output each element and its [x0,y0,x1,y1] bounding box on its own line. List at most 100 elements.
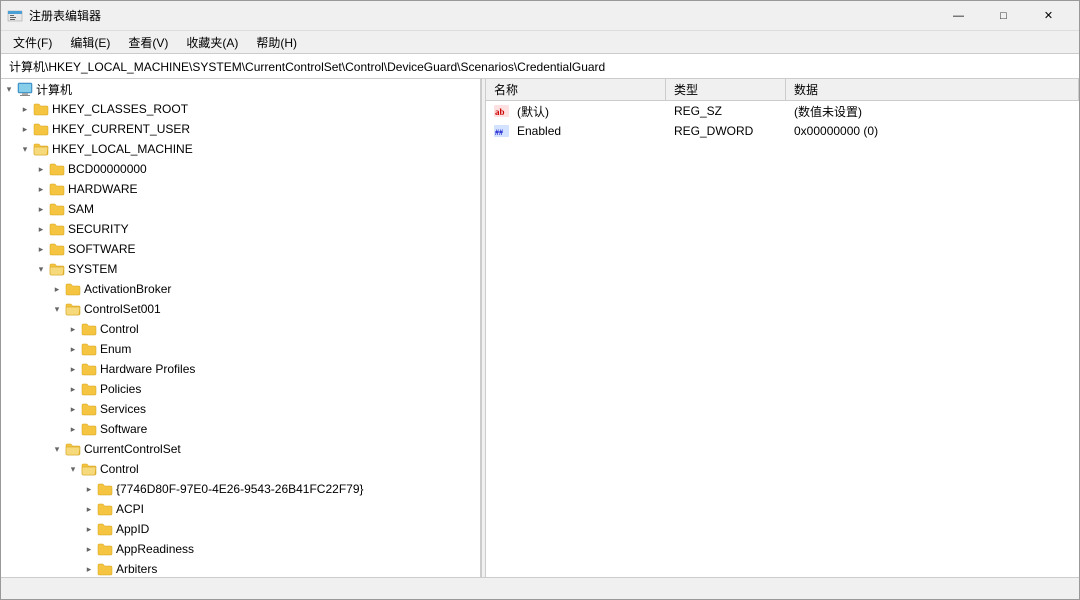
tree-node-appid[interactable]: ▸ AppID [1,519,480,539]
expander-activation_broker[interactable]: ▸ [49,281,65,297]
tree-node-bcd[interactable]: ▸ BCD00000000 [1,159,480,179]
menu-item-文件(F)[interactable]: 文件(F) [5,32,60,53]
expander-security[interactable]: ▸ [33,221,49,237]
col-header-data: 数据 [786,79,1079,100]
tree-label-local_machine: HKEY_LOCAL_MACHINE [52,142,193,156]
tree-label-software_cs001: Software [100,422,147,436]
reg-cell-type-1: REG_DWORD [666,121,786,141]
reg-row-1[interactable]: ## Enabled REG_DWORD0x00000000 (0) [486,121,1079,141]
expander-control_cs001[interactable]: ▸ [65,321,81,337]
tree-label-software: SOFTWARE [68,242,136,256]
tree-node-acpi[interactable]: ▸ ACPI [1,499,480,519]
close-button[interactable]: ✕ [1026,1,1071,31]
maximize-button[interactable]: □ [981,1,1026,31]
reg-name-text-0: (默认) [517,103,549,120]
tree-label-guid_key: {7746D80F-97E0-4E26-9543-26B41FC22F79} [116,482,364,496]
tree-node-enum_cs001[interactable]: ▸ Enum [1,339,480,359]
expander-bcd[interactable]: ▸ [33,161,49,177]
folder-icon-computer [17,81,33,97]
tree-node-controlset001[interactable]: ▾ ControlSet001 [1,299,480,319]
reg-icon-1: ## [494,123,510,139]
expander-current_control_set[interactable]: ▾ [49,441,65,457]
expander-enum_cs001[interactable]: ▸ [65,341,81,357]
expander-system[interactable]: ▾ [33,261,49,277]
reg-name-text-1: Enabled [517,124,561,138]
minimize-button[interactable]: — [936,1,981,31]
tree-label-control_cs001: Control [100,322,139,336]
expander-hardware_profiles[interactable]: ▸ [65,361,81,377]
tree-label-current_control_set: CurrentControlSet [84,442,181,456]
tree-node-activation_broker[interactable]: ▸ ActivationBroker [1,279,480,299]
col-header-name: 名称 [486,79,666,100]
reg-icon-0: ab [494,103,510,119]
tree-label-appreadiness: AppReadiness [116,542,194,556]
tree-pane[interactable]: ▾ 计算机▸ HKEY_CLASSES_ROOT▸ HKEY_CURRENT_U… [1,79,481,577]
expander-classes_root[interactable]: ▸ [17,101,33,117]
title-bar: 注册表编辑器 — □ ✕ [1,1,1079,31]
tree-node-hardware[interactable]: ▸ HARDWARE [1,179,480,199]
folder-icon-policies_cs001 [81,381,97,397]
tree-node-sam[interactable]: ▸ SAM [1,199,480,219]
folder-icon-current_control_set [65,441,81,457]
tree-node-policies_cs001[interactable]: ▸ Policies [1,379,480,399]
menu-item-帮助(H)[interactable]: 帮助(H) [248,32,305,53]
expander-sam[interactable]: ▸ [33,201,49,217]
expander-current_user[interactable]: ▸ [17,121,33,137]
expander-control_ccs[interactable]: ▾ [65,461,81,477]
tree-node-software[interactable]: ▸ SOFTWARE [1,239,480,259]
menu-item-收藏夹(A)[interactable]: 收藏夹(A) [178,32,246,53]
menu-bar: 文件(F)编辑(E)查看(V)收藏夹(A)帮助(H) [1,31,1079,53]
tree-node-guid_key[interactable]: ▸ {7746D80F-97E0-4E26-9543-26B41FC22F79} [1,479,480,499]
menu-item-编辑(E)[interactable]: 编辑(E) [62,32,118,53]
folder-icon-control_ccs [81,461,97,477]
tree-label-arbiters: Arbiters [116,562,157,576]
tree-node-arbiters[interactable]: ▸ Arbiters [1,559,480,577]
tree-node-classes_root[interactable]: ▸ HKEY_CLASSES_ROOT [1,99,480,119]
reg-cell-data-1: 0x00000000 (0) [786,121,1079,141]
folder-icon-hardware_profiles [81,361,97,377]
tree-node-software_cs001[interactable]: ▸ Software [1,419,480,439]
tree-label-computer: 计算机 [36,81,72,98]
folder-icon-appreadiness [97,541,113,557]
reg-row-0[interactable]: ab (默认)REG_SZ(数值未设置) [486,101,1079,121]
expander-software_cs001[interactable]: ▸ [65,421,81,437]
expander-arbiters[interactable]: ▸ [81,561,97,577]
svg-text:ab: ab [495,107,505,117]
folder-icon-local_machine [33,141,49,157]
expander-hardware[interactable]: ▸ [33,181,49,197]
folder-icon-activation_broker [65,281,81,297]
tree-node-appreadiness[interactable]: ▸ AppReadiness [1,539,480,559]
tree-label-sam: SAM [68,202,94,216]
menu-item-查看(V)[interactable]: 查看(V) [120,32,176,53]
folder-icon-guid_key [97,481,113,497]
address-bar: 计算机\HKEY_LOCAL_MACHINE\SYSTEM\CurrentCon… [1,53,1079,79]
tree-node-control_ccs[interactable]: ▾ Control [1,459,480,479]
tree-node-hardware_profiles[interactable]: ▸ Hardware Profiles [1,359,480,379]
tree-node-control_cs001[interactable]: ▸ Control [1,319,480,339]
expander-local_machine[interactable]: ▾ [17,141,33,157]
svg-text:##: ## [495,128,503,137]
tree-node-system[interactable]: ▾ SYSTEM [1,259,480,279]
expander-computer[interactable]: ▾ [1,81,17,97]
tree-node-security[interactable]: ▸ SECURITY [1,219,480,239]
tree-node-computer[interactable]: ▾ 计算机 [1,79,480,99]
tree-label-system: SYSTEM [68,262,117,276]
tree-node-local_machine[interactable]: ▾ HKEY_LOCAL_MACHINE [1,139,480,159]
expander-controlset001[interactable]: ▾ [49,301,65,317]
expander-policies_cs001[interactable]: ▸ [65,381,81,397]
tree-node-current_control_set[interactable]: ▾ CurrentControlSet [1,439,480,459]
expander-appid[interactable]: ▸ [81,521,97,537]
status-bar [1,577,1079,599]
tree-node-current_user[interactable]: ▸ HKEY_CURRENT_USER [1,119,480,139]
folder-icon-hardware [49,181,65,197]
expander-guid_key[interactable]: ▸ [81,481,97,497]
address-label: 计算机\HKEY_LOCAL_MACHINE\SYSTEM\CurrentCon… [9,58,605,75]
expander-appreadiness[interactable]: ▸ [81,541,97,557]
tree-label-policies_cs001: Policies [100,382,141,396]
expander-services_cs001[interactable]: ▸ [65,401,81,417]
window-title: 注册表编辑器 [29,7,101,24]
expander-software[interactable]: ▸ [33,241,49,257]
expander-acpi[interactable]: ▸ [81,501,97,517]
tree-node-services_cs001[interactable]: ▸ Services [1,399,480,419]
registry-pane[interactable]: 名称 类型 数据 ab (默认)REG_SZ(数值未设置) ## Enabled… [486,79,1079,577]
